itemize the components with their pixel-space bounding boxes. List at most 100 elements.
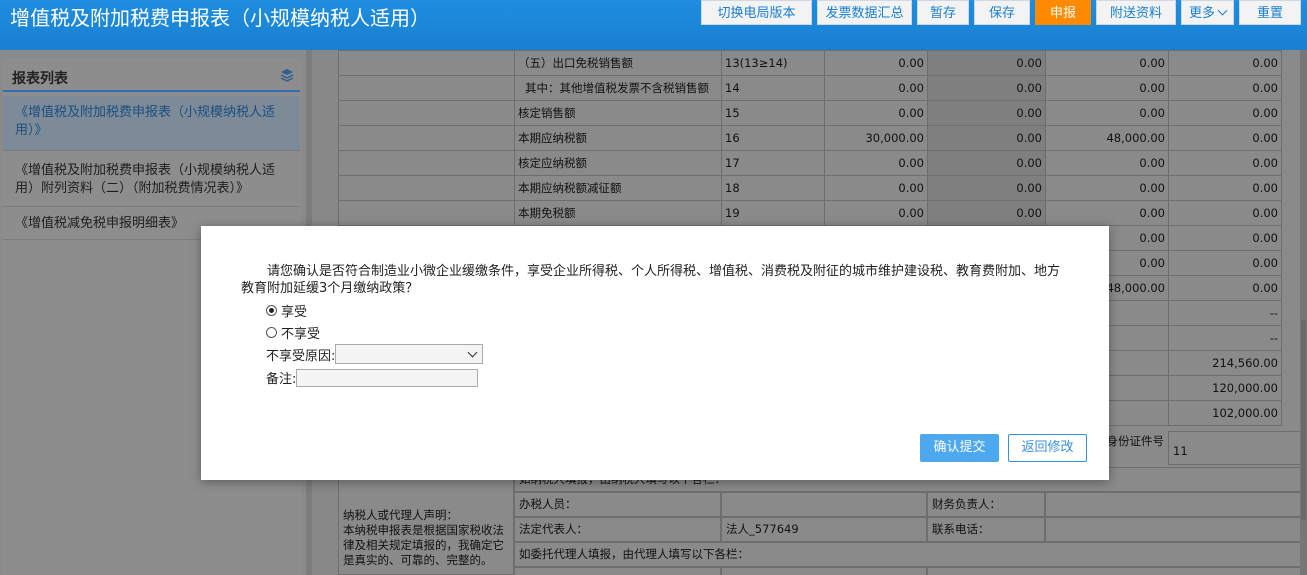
row-value-1[interactable]: 0.00 xyxy=(824,175,928,201)
row-value-1[interactable]: 0.00 xyxy=(824,50,928,76)
finance-field[interactable] xyxy=(1045,492,1307,517)
row-value-2[interactable]: 0.00 xyxy=(927,175,1046,201)
option-not-enjoy-label: 不享受 xyxy=(281,327,321,342)
main-scrollbar-thumb[interactable] xyxy=(1301,320,1306,520)
row-value-4[interactable]: 0.00 xyxy=(1168,225,1282,251)
row-value-2[interactable]: 0.00 xyxy=(927,200,1046,226)
table-row: 其中：其他增值税发票不含税销售额 14 0.00 0.00 0.00 0.00 xyxy=(338,75,1282,101)
confirm-submit-button[interactable]: 确认提交 xyxy=(920,434,999,462)
row-label: 本期应纳税额 xyxy=(514,125,722,151)
row-value-2[interactable]: 0.00 xyxy=(927,50,1046,76)
sidebar-item-main-form[interactable]: 《增值税及附加税费申报表（小规模纳税人适用）》 xyxy=(3,96,300,151)
switch-version-button[interactable]: 切换电局版本 xyxy=(701,0,812,25)
option-enjoy[interactable]: 享受 xyxy=(266,301,307,320)
table-row: （五）出口免税销售额 13(13≥14) 0.00 0.00 0.00 0.00 xyxy=(338,50,1282,76)
row-value-2[interactable]: 0.00 xyxy=(927,125,1046,151)
row-value-3[interactable]: 0.00 xyxy=(1045,200,1169,226)
row-value-3[interactable]: 0.00 xyxy=(1045,75,1169,101)
table-row: 本期应纳税额 16 30,000.00 0.00 48,000.00 0.00 xyxy=(338,125,1282,151)
declaration-text: 本纳税申报表是根据国家税收法律及相关规定填报的，我确定它是真实的、可靠的、完整的… xyxy=(343,523,504,567)
row-section-cell xyxy=(338,175,515,201)
row-value-3[interactable]: 0.00 xyxy=(1045,150,1169,176)
table-row: 核定应纳税额 17 0.00 0.00 0.00 0.00 xyxy=(338,150,1282,176)
declaration-label: 纳税人或代理人声明： xyxy=(343,508,458,522)
row-value-3[interactable]: 48,000.00 xyxy=(1045,125,1169,151)
row-value-4[interactable]: 0.00 xyxy=(1168,75,1282,101)
row-value-4[interactable]: 0.00 xyxy=(1168,175,1282,201)
legal-rep-value[interactable]: 法人_577649 xyxy=(721,517,927,542)
sidebar-item-attachment-2[interactable]: 《增值税及附加税费申报表（小规模纳税人适用）附列资料（二）（附加税费情况表）》 xyxy=(3,152,300,207)
row-label: （五）出口免税销售额 xyxy=(514,50,722,76)
row-value-4[interactable]: 0.00 xyxy=(1168,150,1282,176)
chevron-down-icon xyxy=(1217,5,1228,16)
row-section-cell xyxy=(338,150,515,176)
attachments-button[interactable]: 附送资料 xyxy=(1096,0,1176,25)
legal-rep-label: 法定代表人： xyxy=(514,517,721,542)
declaration-cell: 纳税人或代理人声明： 本纳税申报表是根据国家税收法律及相关规定填报的，我确定它是… xyxy=(338,467,514,575)
row-value-2[interactable]: 0.00 xyxy=(927,75,1046,101)
agent-cell-1 xyxy=(514,567,721,575)
table-row: 本期免税额 19 0.00 0.00 0.00 0.00 xyxy=(338,200,1282,226)
row-value-1[interactable]: 0.00 xyxy=(824,200,928,226)
row-line-number: 18 xyxy=(721,175,825,201)
agent-cell-3 xyxy=(927,567,1307,575)
row-label: 本期应纳税额减征额 xyxy=(514,175,722,201)
sidebar-divider xyxy=(3,90,300,92)
chevron-down-icon xyxy=(467,347,478,358)
reason-select[interactable] xyxy=(335,344,484,364)
row-line-number: 15 xyxy=(721,100,825,126)
radio-enjoy[interactable] xyxy=(266,305,277,316)
row-value-1[interactable]: 0.00 xyxy=(824,75,928,101)
row-value-4[interactable]: 0.00 xyxy=(1168,275,1282,301)
remark-input[interactable] xyxy=(296,368,479,387)
row-value-1[interactable]: 0.00 xyxy=(824,100,928,126)
more-button[interactable]: 更多 xyxy=(1181,0,1234,25)
remark-row: 备注: xyxy=(266,368,479,387)
reset-button[interactable]: 重置 xyxy=(1239,0,1301,25)
submit-button[interactable]: 申报 xyxy=(1035,0,1091,25)
row-value-4[interactable]: -- xyxy=(1168,325,1282,351)
row-section-cell xyxy=(338,75,515,101)
row-label: 本期免税额 xyxy=(514,200,722,226)
dialog-question: 请您确认是否符合制造业小微企业缓缴条件，享受企业所得税、个人所得税、增值税、消费… xyxy=(241,264,1061,296)
row-value-3[interactable]: 0.00 xyxy=(1045,50,1169,76)
row-line-number: 14 xyxy=(721,75,825,101)
remark-label: 备注: xyxy=(266,372,297,387)
row-line-number: 13(13≥14) xyxy=(721,50,825,76)
row-value-4[interactable]: 0.00 xyxy=(1168,125,1282,151)
handler-field[interactable] xyxy=(721,492,927,517)
phone-field[interactable] xyxy=(1045,517,1307,542)
option-not-enjoy[interactable]: 不享受 xyxy=(266,323,320,342)
row-label: 其中：其他增值税发票不含税销售额 xyxy=(514,75,722,101)
table-row: 核定销售额 15 0.00 0.00 0.00 0.00 xyxy=(338,100,1282,126)
row-value-4[interactable]: 0.00 xyxy=(1168,50,1282,76)
row-value-2[interactable]: 0.00 xyxy=(927,150,1046,176)
row-value-4[interactable]: 0.00 xyxy=(1168,250,1282,276)
layers-icon[interactable] xyxy=(280,68,294,82)
row-value-4[interactable]: 102,000.00 xyxy=(1168,400,1282,426)
row-value-3[interactable]: 0.00 xyxy=(1045,175,1169,201)
row-value-4[interactable]: 0.00 xyxy=(1168,100,1282,126)
row-value-1[interactable]: 0.00 xyxy=(824,150,928,176)
row-line-number: 19 xyxy=(721,200,825,226)
reason-row: 不享受原因: xyxy=(266,344,484,364)
signature-section: 身份证件号 11 纳税人或代理人声明： 本纳税申报表是根据国家税收法律及相关规定… xyxy=(338,431,1307,575)
radio-not-enjoy[interactable] xyxy=(266,327,277,338)
row-value-4[interactable]: 214,560.00 xyxy=(1168,350,1282,376)
finance-label: 财务负责人： xyxy=(927,492,1045,517)
temp-save-button[interactable]: 暂存 xyxy=(917,0,969,25)
save-button[interactable]: 保存 xyxy=(974,0,1030,25)
row-value-4[interactable]: -- xyxy=(1168,300,1282,326)
toolbar: 切换电局版本 发票数据汇总 暂存 保存 申报 附送资料 更多 重置 xyxy=(696,0,1307,26)
back-modify-button[interactable]: 返回修改 xyxy=(1008,434,1087,462)
agent-note: 如委托代理人填报，由代理人填写以下各栏： xyxy=(514,542,1307,567)
row-value-4[interactable]: 120,000.00 xyxy=(1168,375,1282,401)
row-value-2[interactable]: 0.00 xyxy=(927,100,1046,126)
row-value-3[interactable]: 0.00 xyxy=(1045,100,1169,126)
id-number-value[interactable]: 11 xyxy=(1168,431,1307,465)
row-value-4[interactable]: 0.00 xyxy=(1168,200,1282,226)
invoice-summary-button[interactable]: 发票数据汇总 xyxy=(817,0,912,25)
agent-cell-2 xyxy=(721,567,927,575)
row-section-cell xyxy=(338,100,515,126)
row-value-1[interactable]: 30,000.00 xyxy=(824,125,928,151)
